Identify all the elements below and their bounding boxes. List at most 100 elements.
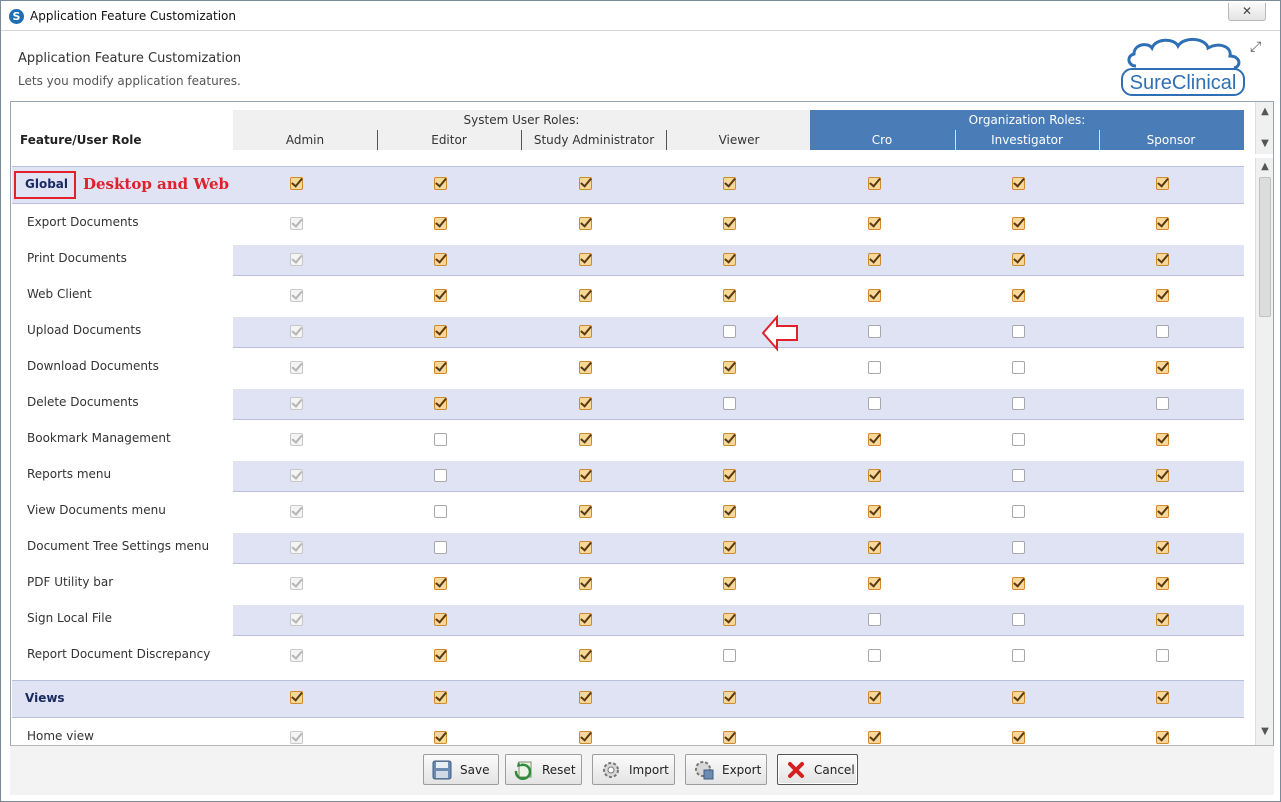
feature-checkbox[interactable] — [723, 541, 736, 554]
feature-checkbox[interactable] — [1156, 361, 1169, 374]
feature-checkbox[interactable] — [434, 177, 447, 190]
scroll-down-icon[interactable]: ▼ — [1259, 726, 1271, 738]
feature-checkbox[interactable] — [723, 325, 736, 338]
feature-checkbox[interactable] — [579, 397, 592, 410]
feature-checkbox[interactable] — [1156, 577, 1169, 590]
feature-checkbox[interactable] — [579, 691, 592, 704]
feature-checkbox[interactable] — [868, 253, 881, 266]
feature-checkbox[interactable] — [1012, 253, 1025, 266]
feature-checkbox[interactable] — [1156, 397, 1169, 410]
feature-checkbox[interactable] — [723, 613, 736, 626]
feature-checkbox[interactable] — [1012, 649, 1025, 662]
feature-checkbox[interactable] — [868, 217, 881, 230]
feature-checkbox[interactable] — [868, 541, 881, 554]
export-button[interactable]: Export — [685, 754, 767, 785]
feature-checkbox[interactable] — [723, 397, 736, 410]
feature-checkbox[interactable] — [1156, 289, 1169, 302]
feature-checkbox[interactable] — [868, 177, 881, 190]
feature-checkbox[interactable] — [579, 325, 592, 338]
feature-checkbox[interactable] — [1156, 613, 1169, 626]
feature-checkbox[interactable] — [723, 577, 736, 590]
feature-checkbox[interactable] — [579, 505, 592, 518]
feature-checkbox[interactable] — [868, 505, 881, 518]
feature-checkbox[interactable] — [1012, 433, 1025, 446]
feature-checkbox[interactable] — [579, 433, 592, 446]
feature-checkbox[interactable] — [868, 731, 881, 744]
feature-checkbox[interactable] — [1156, 541, 1169, 554]
save-button[interactable]: Save — [423, 754, 499, 785]
feature-checkbox[interactable] — [723, 649, 736, 662]
feature-checkbox[interactable] — [579, 731, 592, 744]
feature-checkbox[interactable] — [868, 649, 881, 662]
feature-checkbox[interactable] — [290, 691, 303, 704]
feature-checkbox[interactable] — [723, 731, 736, 744]
feature-checkbox[interactable] — [1012, 289, 1025, 302]
header-scrollbar[interactable]: ▲ ▼ — [1255, 102, 1273, 154]
feature-checkbox[interactable] — [1012, 361, 1025, 374]
feature-checkbox[interactable] — [723, 469, 736, 482]
feature-checkbox[interactable] — [434, 361, 447, 374]
feature-checkbox[interactable] — [868, 361, 881, 374]
feature-checkbox[interactable] — [1012, 469, 1025, 482]
feature-checkbox[interactable] — [1156, 217, 1169, 230]
feature-checkbox[interactable] — [434, 649, 447, 662]
feature-checkbox[interactable] — [723, 361, 736, 374]
feature-checkbox[interactable] — [579, 613, 592, 626]
feature-checkbox[interactable] — [579, 253, 592, 266]
feature-checkbox[interactable] — [1012, 397, 1025, 410]
feature-checkbox[interactable] — [434, 289, 447, 302]
feature-checkbox[interactable] — [868, 613, 881, 626]
feature-checkbox[interactable] — [434, 541, 447, 554]
feature-checkbox[interactable] — [434, 505, 447, 518]
feature-checkbox[interactable] — [1012, 177, 1025, 190]
scroll-up-icon[interactable]: ▲ — [1259, 106, 1271, 118]
feature-checkbox[interactable] — [579, 289, 592, 302]
feature-checkbox[interactable] — [1156, 325, 1169, 338]
feature-checkbox[interactable] — [434, 397, 447, 410]
feature-checkbox[interactable] — [434, 433, 447, 446]
scroll-down-icon[interactable]: ▼ — [1259, 138, 1271, 150]
scroll-thumb[interactable] — [1259, 177, 1271, 317]
feature-checkbox[interactable] — [1012, 613, 1025, 626]
feature-checkbox[interactable] — [579, 649, 592, 662]
feature-checkbox[interactable] — [1012, 325, 1025, 338]
feature-checkbox[interactable] — [868, 433, 881, 446]
feature-checkbox[interactable] — [1156, 731, 1169, 744]
feature-checkbox[interactable] — [868, 691, 881, 704]
feature-checkbox[interactable] — [723, 253, 736, 266]
feature-checkbox[interactable] — [434, 325, 447, 338]
scroll-up-icon[interactable]: ▲ — [1259, 161, 1271, 173]
feature-checkbox[interactable] — [579, 577, 592, 590]
feature-checkbox[interactable] — [579, 217, 592, 230]
feature-checkbox[interactable] — [1156, 433, 1169, 446]
feature-checkbox[interactable] — [434, 613, 447, 626]
feature-checkbox[interactable] — [579, 541, 592, 554]
feature-checkbox[interactable] — [723, 433, 736, 446]
cancel-button[interactable]: Cancel — [777, 754, 858, 785]
feature-checkbox[interactable] — [434, 469, 447, 482]
feature-checkbox[interactable] — [1012, 577, 1025, 590]
reset-button[interactable]: Reset — [505, 754, 582, 785]
feature-checkbox[interactable] — [723, 289, 736, 302]
feature-checkbox[interactable] — [868, 289, 881, 302]
feature-checkbox[interactable] — [434, 731, 447, 744]
feature-checkbox[interactable] — [290, 177, 303, 190]
feature-checkbox[interactable] — [434, 691, 447, 704]
feature-checkbox[interactable] — [434, 217, 447, 230]
feature-checkbox[interactable] — [723, 691, 736, 704]
feature-checkbox[interactable] — [868, 469, 881, 482]
feature-checkbox[interactable] — [723, 505, 736, 518]
feature-checkbox[interactable] — [1156, 469, 1169, 482]
feature-checkbox[interactable] — [868, 397, 881, 410]
feature-checkbox[interactable] — [579, 361, 592, 374]
import-button[interactable]: Import — [592, 754, 675, 785]
feature-checkbox[interactable] — [868, 577, 881, 590]
feature-checkbox[interactable] — [1156, 253, 1169, 266]
table-scrollbar[interactable]: ▲ ▼ — [1255, 158, 1273, 745]
feature-checkbox[interactable] — [1012, 541, 1025, 554]
feature-checkbox[interactable] — [1156, 177, 1169, 190]
close-button[interactable]: ✕ — [1228, 3, 1266, 21]
feature-checkbox[interactable] — [1012, 731, 1025, 744]
feature-checkbox[interactable] — [1156, 505, 1169, 518]
feature-checkbox[interactable] — [868, 325, 881, 338]
